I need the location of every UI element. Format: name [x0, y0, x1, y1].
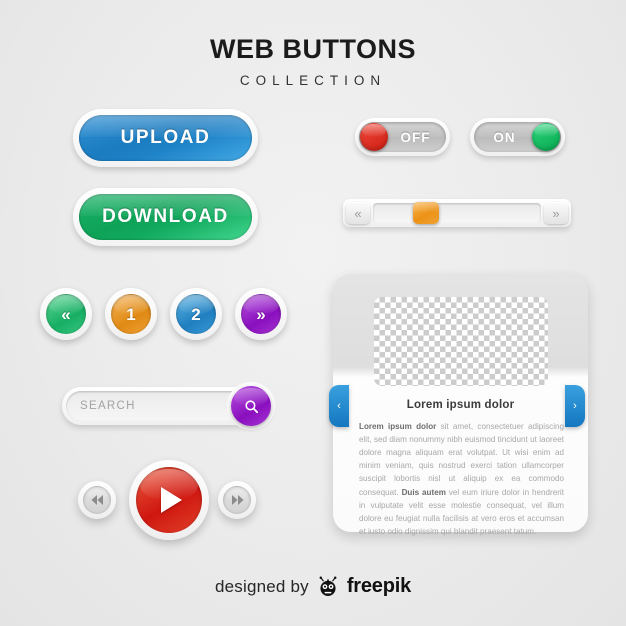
pagination-prev-face: « [46, 294, 86, 334]
pagination-page-1-button[interactable]: 1 [105, 288, 157, 340]
scroll-right-icon[interactable]: » [544, 202, 568, 224]
media-play-button[interactable] [129, 460, 209, 540]
content-card: Lorem ipsum dolor Lorem ipsum dolor sit … [333, 274, 588, 536]
upload-button[interactable]: UPLOAD [73, 109, 258, 167]
toggle-switch-on[interactable]: ON [470, 118, 565, 156]
poster-canvas: WEB BUTTONS COLLECTION UPLOAD DOWNLOAD O… [0, 0, 626, 626]
download-button[interactable]: DOWNLOAD [73, 188, 258, 246]
pagination-page-1-face: 1 [111, 294, 151, 334]
media-previous-button[interactable] [78, 481, 116, 519]
toggle-off-knob[interactable] [360, 123, 388, 151]
scrollbar-thumb[interactable] [413, 202, 440, 224]
double-chevron-left-icon: « [61, 304, 71, 324]
pagination-page-1-label: 1 [126, 304, 136, 324]
card-next-button[interactable]: › [565, 385, 585, 427]
upload-button-face: UPLOAD [79, 115, 252, 161]
search-button[interactable] [231, 386, 271, 426]
title-main: WEB BUTTONS [210, 34, 416, 64]
fast-forward-icon [231, 495, 243, 505]
pagination-page-2-face: 2 [176, 294, 216, 334]
pagination-next-button[interactable]: » [235, 288, 287, 340]
toggle-on-knob[interactable] [532, 123, 560, 151]
download-button-face: DOWNLOAD [79, 194, 252, 240]
card-title: Lorem ipsum dolor [406, 399, 515, 411]
upload-button-label: UPLOAD [120, 127, 211, 148]
title-sub: COLLECTION [239, 73, 387, 88]
media-next-button[interactable] [218, 481, 256, 519]
pagination-page-2-button[interactable]: 2 [170, 288, 222, 340]
toggle-switch-off[interactable]: OFF [355, 118, 450, 156]
card-body-part-1: sit amet, consectetuer adipiscing elit, … [359, 422, 564, 497]
card-body-bold-2: Duis autem [401, 487, 446, 497]
card-body-text: Lorem ipsum dolor sit amet, consectetuer… [359, 420, 564, 538]
toggle-off-track: OFF [359, 122, 446, 152]
download-button-label: DOWNLOAD [102, 206, 229, 227]
footer-brand: freepik [346, 575, 412, 597]
footer-designed-by: designed by [214, 576, 309, 596]
media-previous-face [83, 486, 111, 514]
horizontal-scrollbar[interactable]: « » [343, 199, 571, 227]
chevron-left-icon: ‹ [337, 399, 341, 412]
search-icon [244, 399, 258, 413]
media-play-face [136, 467, 202, 533]
freepik-mascot-icon [319, 575, 337, 596]
card-prev-button[interactable]: ‹ [329, 385, 349, 427]
rewind-icon [91, 495, 103, 505]
card-image-placeholder [374, 297, 548, 386]
media-next-face [223, 486, 251, 514]
search-bar[interactable] [62, 386, 271, 426]
pagination-page-2-label: 2 [191, 304, 201, 324]
scroll-left-icon[interactable]: « [346, 202, 370, 224]
page-title: WEB BUTTONS COLLECTION [0, 36, 626, 88]
pagination-prev-button[interactable]: « [40, 288, 92, 340]
card-body-lead: Lorem ipsum dolor [359, 422, 437, 431]
footer-credit: designed by freepik [0, 575, 626, 598]
play-icon [161, 487, 182, 513]
double-chevron-right-icon: » [256, 304, 266, 324]
pagination-next-face: » [241, 294, 281, 334]
toggle-on-track: ON [474, 122, 561, 152]
scrollbar-track[interactable] [373, 202, 541, 224]
chevron-right-icon: › [573, 399, 577, 412]
